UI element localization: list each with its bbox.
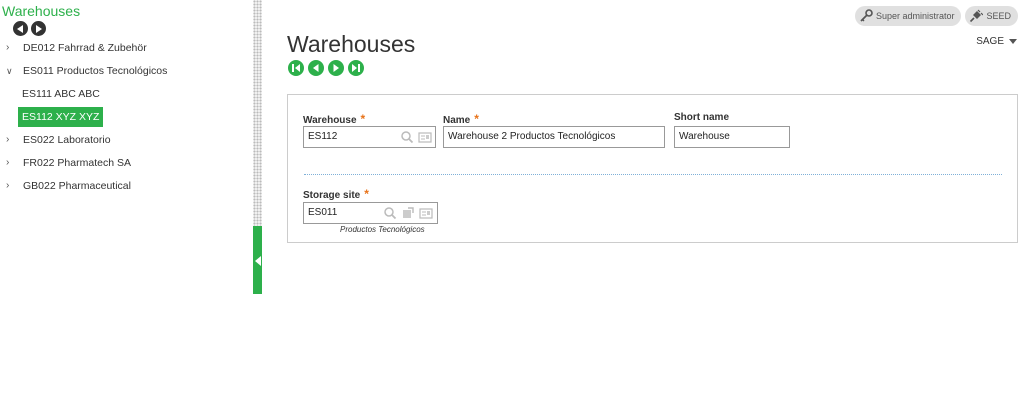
first-record-icon[interactable] [288,60,304,76]
left-panel-title: Warehouses [2,3,81,19]
required-mark: * [360,112,366,126]
warehouse-form: Warehouse * ES112 Name * Warehouse 2 Produ… [287,94,1018,243]
tree-item-label: DE012 Fahrrad & Zubehör [23,42,147,54]
tree-item-gb022[interactable]: › GB022 Pharmaceutical [0,178,252,201]
detail-card-icon[interactable] [418,130,432,144]
company-label: SAGE [976,36,1004,47]
splitter-grip[interactable] [253,0,262,226]
chevron-right-icon[interactable]: › [6,43,14,53]
name-value: Warehouse 2 Productos Tecnológicos [448,131,616,142]
left-nav-arrows [13,21,46,36]
plug-icon [970,9,984,23]
chevron-right-icon[interactable]: › [6,181,14,191]
key-icon [860,9,873,22]
previous-arrow-icon[interactable] [13,21,28,36]
warehouse-value: ES112 [308,131,338,142]
next-record-icon[interactable] [328,60,344,76]
tree-item-de012[interactable]: › DE012 Fahrrad & Zubehör [0,40,252,63]
user-label: Super administrator [875,11,955,21]
folder-button[interactable]: SEED [965,6,1018,26]
chevron-right-icon[interactable]: › [6,135,14,145]
tree-item-label: FR022 Pharmatech SA [23,157,131,169]
warehouse-input[interactable]: ES112 [303,126,436,148]
search-icon[interactable] [383,206,397,220]
tree-item-es112[interactable]: ES112 XYZ XYZ [0,107,252,132]
caret-down-icon [1009,38,1017,44]
collapse-panel-handle[interactable] [253,226,262,294]
short-name-value: Warehouse [679,131,730,142]
short-name-input[interactable]: Warehouse [674,126,790,148]
company-dropdown[interactable]: SAGE [976,36,1017,47]
name-label: Name * [443,112,479,126]
folder-label: SEED [986,11,1011,21]
search-icon[interactable] [400,130,414,144]
storage-site-label: Storage site * [303,187,369,201]
tree-item-es022[interactable]: › ES022 Laboratorio [0,132,252,155]
user-button[interactable]: Super administrator [854,6,962,26]
next-arrow-icon[interactable] [31,21,46,36]
tree-item-label: ES022 Laboratorio [23,134,111,146]
open-link-icon[interactable] [401,206,415,220]
chevron-down-icon[interactable]: ∨ [6,67,14,76]
storage-site-caption: Productos Tecnológicos [340,225,425,234]
last-record-icon[interactable] [348,60,364,76]
header-buttons: Super administrator SEED [854,6,1018,26]
tree-item-es011[interactable]: ∨ ES011 Productos Tecnológicos [0,63,252,86]
chevron-right-icon[interactable]: › [6,158,14,168]
required-mark: * [474,112,479,126]
tree-item-label: ES112 XYZ XYZ [18,107,104,127]
record-navigation [288,60,364,76]
storage-site-input[interactable]: ES011 [303,202,438,224]
storage-site-value: ES011 [308,207,338,218]
name-input[interactable]: Warehouse 2 Productos Tecnológicos [443,126,665,148]
previous-record-icon[interactable] [308,60,324,76]
tree-item-label: ES011 Productos Tecnológicos [23,65,168,77]
left-panel: Warehouses › DE012 Fahrrad & Zubehör ∨ E… [0,0,252,401]
tree-item-es111[interactable]: ES111 ABC ABC [0,86,252,109]
tree-item-label: ES111 ABC ABC [22,88,100,100]
detail-card-icon[interactable] [419,206,433,220]
tree-item-label: GB022 Pharmaceutical [23,180,131,192]
warehouse-label: Warehouse * [303,112,366,126]
page-title: Warehouses [287,31,416,57]
panel-splitter[interactable] [253,0,262,401]
section-divider [304,174,1002,175]
required-mark: * [364,187,369,201]
tree-item-fr022[interactable]: › FR022 Pharmatech SA [0,155,252,178]
short-name-label: Short name [674,112,730,123]
warehouse-tree: › DE012 Fahrrad & Zubehör ∨ ES011 Produc… [0,40,252,201]
